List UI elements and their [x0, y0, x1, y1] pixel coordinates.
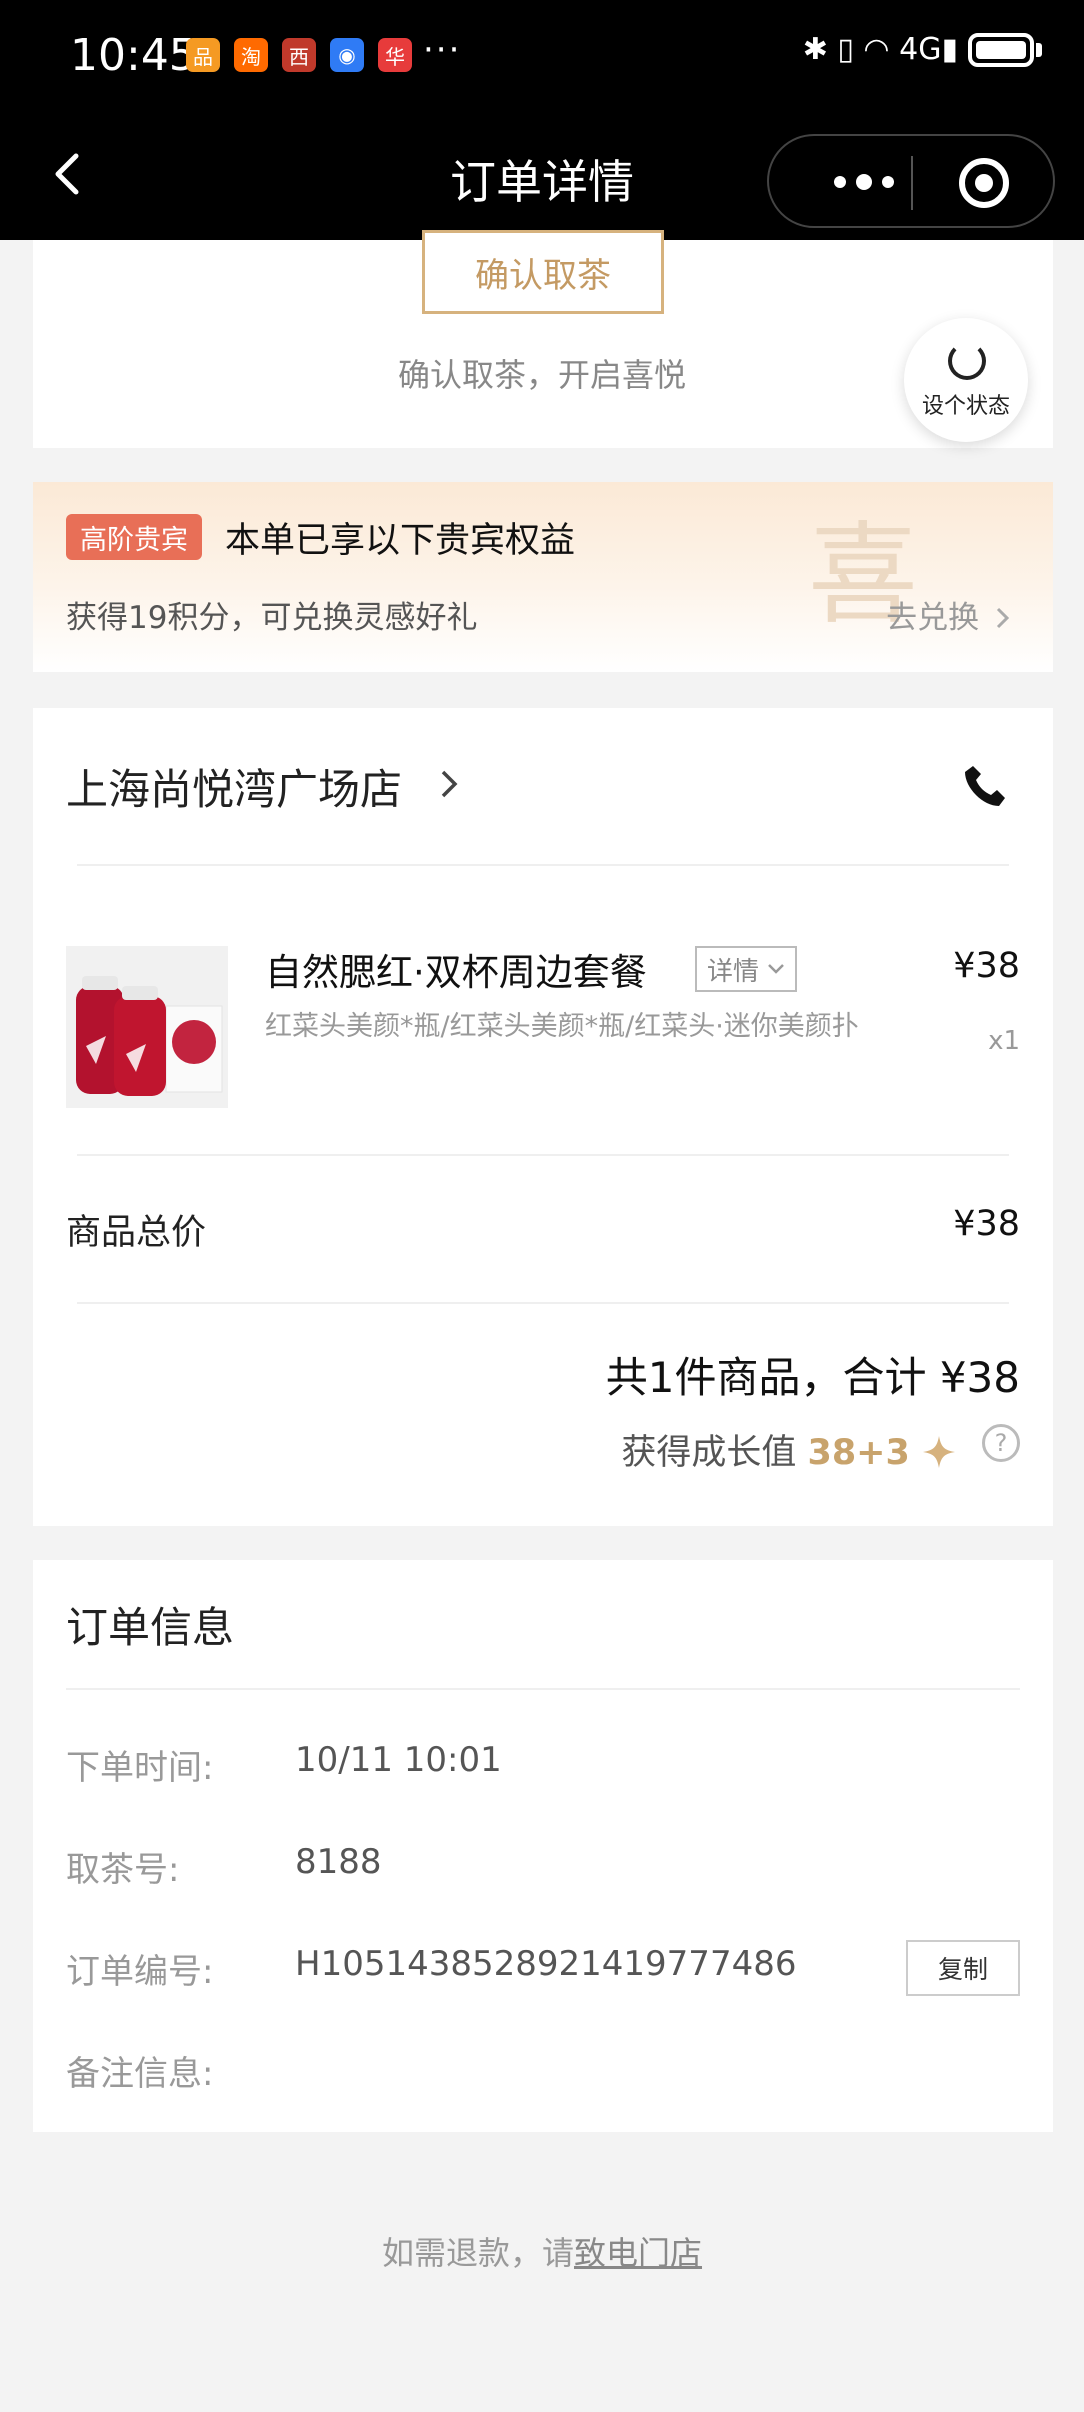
order-info-card: 订单信息 下单时间: 10/11 10:01 取茶号: 8188 订单编号: H… — [33, 1560, 1053, 2132]
order-time-label: 下单时间: — [66, 1748, 214, 1788]
system-indicators-text: ✱ ▯ ◠ 4G▮ — [802, 32, 958, 67]
taobao-icon: 淘 — [234, 38, 268, 72]
app-icon-red: 西 — [282, 38, 316, 72]
chevron-right-icon[interactable] — [435, 766, 465, 802]
confirm-pickup-button[interactable]: 确认取茶 — [422, 230, 664, 314]
system-indicators: ✱ ▯ ◠ 4G▮ — [803, 32, 1042, 67]
set-status-label: 设个状态 — [921, 394, 1010, 419]
product-image[interactable] — [66, 946, 228, 1108]
growth-value: 38+3 — [807, 1433, 910, 1473]
pickup-number-label: 取茶号: — [66, 1850, 180, 1890]
order-number-label: 订单编号: — [66, 1952, 214, 1992]
close-miniapp-icon[interactable] — [959, 158, 1009, 208]
miniapp-capsule — [767, 134, 1055, 228]
remarks-label: 备注信息: — [66, 2054, 214, 2094]
copy-order-number-button[interactable]: 复制 — [906, 1940, 1020, 1996]
nav-bar: 订单详情 — [0, 120, 1084, 240]
divider — [77, 1154, 1009, 1156]
notification-app-icons: 品 淘 西 ◉ 华 — [186, 38, 412, 72]
detail-toggle-label: 详情 — [707, 956, 760, 987]
product-name: 自然腮红·双杯周边套餐 — [265, 951, 647, 994]
pickup-number-value: 8188 — [295, 1842, 382, 1882]
more-notifications-icon: ··· — [423, 30, 462, 70]
growth-points: 获得成长值 38+3 — [621, 1424, 957, 1475]
product-components: 红菜头美颜*瓶/红菜头美颜*瓶/红菜头·迷你美颜扑 — [265, 1011, 859, 1042]
divider — [77, 864, 1009, 866]
sparkle-icon — [923, 1436, 955, 1468]
store-order-card: 上海尚悦湾广场店 自然腮红·双杯周边套餐 详情 ¥38 红菜头美颜*瓶/红菜头美… — [33, 708, 1053, 1526]
subtotal-value: ¥38 — [953, 1204, 1020, 1244]
capsule-divider — [911, 156, 913, 210]
chevron-down-icon — [768, 964, 784, 974]
help-icon[interactable]: ? — [982, 1424, 1020, 1462]
vip-title: 本单已享以下贵宾权益 — [225, 521, 576, 561]
beet-bottles-image — [66, 946, 228, 1108]
redeem-link[interactable]: 去兑换 — [886, 592, 1013, 637]
redeem-link-label: 去兑换 — [886, 600, 980, 636]
refund-hint: 如需退款，请致电门店 — [0, 2228, 1084, 2274]
huawei-icon: 华 — [378, 38, 412, 72]
divider — [66, 1688, 1020, 1690]
growth-label: 获得成长值 — [621, 1433, 797, 1473]
battery-tip — [1036, 42, 1042, 57]
divider — [77, 1302, 1009, 1304]
refund-prefix: 如需退款，请 — [381, 2234, 574, 2272]
status-bar: 10:45 品 淘 西 ◉ 华 ··· ✱ ▯ ◠ 4G▮ — [0, 0, 1084, 120]
order-info-title: 订单信息 — [66, 1603, 235, 1652]
product-price: ¥38 — [953, 946, 1020, 986]
vip-benefits-card: 喜 高阶贵宾 本单已享以下贵宾权益 获得19积分，可兑换灵感好礼 去兑换 — [33, 482, 1053, 672]
chevron-right-icon — [996, 607, 1010, 629]
vip-badge: 高阶贵宾 — [66, 514, 202, 560]
status-time: 10:45 — [70, 30, 197, 81]
order-total: 共1件商品，合计 ¥38 — [605, 1353, 1020, 1402]
call-store-link[interactable]: 致电门店 — [574, 2234, 702, 2272]
subtotal-label: 商品总价 — [66, 1213, 207, 1253]
refresh-icon — [948, 342, 986, 380]
set-status-button[interactable]: 设个状态 — [904, 318, 1028, 442]
order-number-value: H1051438528921419777486 — [295, 1944, 797, 1984]
more-icon[interactable] — [809, 154, 919, 210]
app-icon-blue: ◉ — [330, 38, 364, 72]
product-detail-toggle[interactable]: 详情 — [695, 946, 798, 992]
vip-points-desc: 获得19积分，可兑换灵感好礼 — [66, 600, 478, 636]
product-quantity: x1 — [988, 1026, 1020, 1056]
store-name[interactable]: 上海尚悦湾广场店 — [66, 756, 402, 817]
order-time-value: 10/11 10:01 — [295, 1740, 502, 1780]
phone-icon[interactable] — [959, 762, 1009, 812]
battery-icon — [968, 32, 1034, 67]
app-icon-orange: 品 — [186, 38, 220, 72]
